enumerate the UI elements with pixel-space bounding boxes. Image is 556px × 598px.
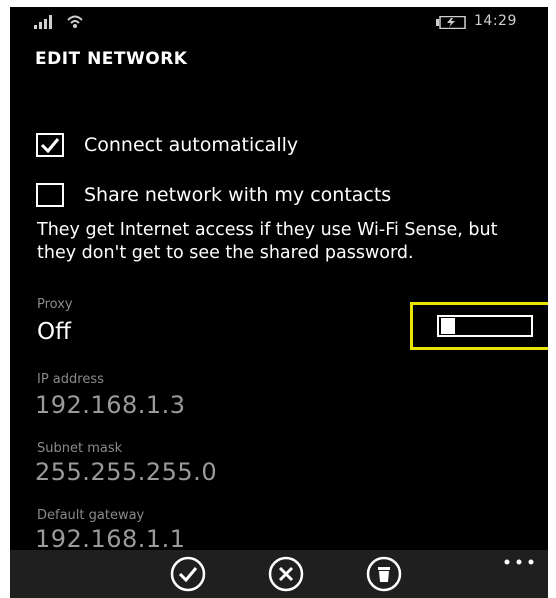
status-clock: 14:29 [474,13,517,29]
app-bar [10,550,548,598]
checkbox-checked[interactable] [36,133,64,157]
share-network-description: They get Internet access if they use Wi-… [37,220,498,263]
more-icon[interactable] [502,558,536,566]
share-network-checkbox[interactable]: Share network with my contacts [36,180,391,210]
wifi-icon [67,15,83,28]
ip-address-value: 192.168.1.3 [35,391,186,419]
phone-screen: 14:29 EDIT NETWORK Connect automatically… [10,7,548,598]
subnet-mask-label: Subnet mask [37,441,123,456]
checkbox-unchecked[interactable] [36,183,64,207]
cancel-icon[interactable] [268,556,304,592]
delete-icon[interactable] [366,556,402,592]
proxy-label: Proxy [37,297,73,312]
status-bar: 14:29 [10,7,548,39]
checkmark-icon [40,138,60,153]
proxy-value: Off [37,319,71,345]
ip-address-label: IP address [37,372,104,387]
share-network-label: Share network with my contacts [84,184,392,206]
check-icon[interactable] [170,556,206,592]
default-gateway-label: Default gateway [37,508,145,523]
proxy-toggle[interactable] [437,315,533,337]
subnet-mask-value: 255.255.255.0 [35,458,218,486]
proxy-toggle-highlight [410,302,548,350]
signal-icon [34,15,52,29]
page-title: EDIT NETWORK [35,49,188,69]
toggle-knob[interactable] [441,318,455,334]
connect-automatically-label: Connect automatically [84,134,299,156]
default-gateway-value: 192.168.1.1 [35,525,186,553]
battery-icon [436,16,466,29]
connect-automatically-checkbox[interactable]: Connect automatically [36,130,298,160]
